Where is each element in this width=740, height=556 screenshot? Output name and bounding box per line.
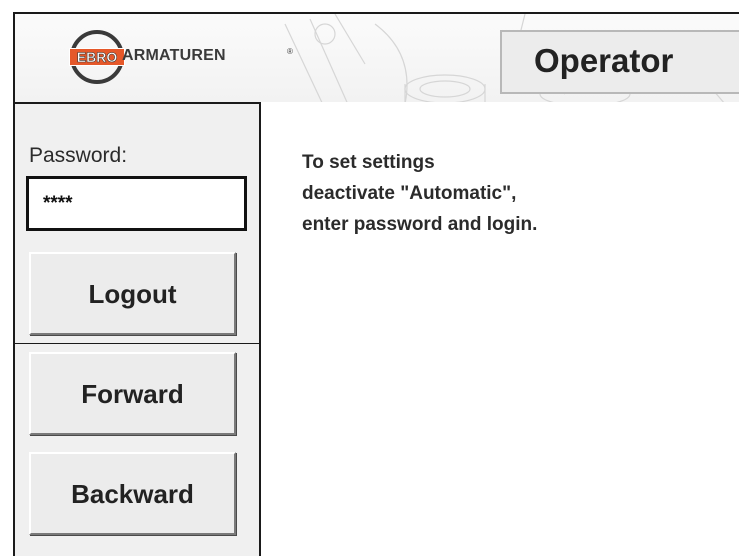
info-line: To set settings — [302, 152, 435, 173]
ebro-armaturen-logo: EBRO ARMATUREN ® — [67, 27, 297, 87]
role-label: Operator — [500, 30, 739, 94]
header-bar: EBRO ARMATUREN ® Operator — [15, 14, 739, 102]
registered-mark: ® — [287, 47, 293, 56]
operator-panel: EBRO ARMATUREN ® Operator Password: Logo… — [13, 12, 739, 556]
password-label: Password: — [29, 144, 128, 167]
password-input[interactable] — [26, 176, 247, 231]
backward-button[interactable]: Backward — [29, 452, 236, 535]
info-line: deactivate "Automatic", — [302, 183, 517, 204]
svg-text:EBRO: EBRO — [77, 49, 118, 65]
info-line: enter password and login. — [302, 214, 538, 235]
login-group: Password: Logout — [15, 102, 261, 345]
logo-ring-icon: EBRO — [69, 30, 125, 84]
sidebar: Password: Logout Forward Backward — [15, 102, 261, 556]
logout-button[interactable]: Logout — [29, 252, 236, 335]
info-message: To set settings deactivate "Automatic", … — [302, 147, 537, 240]
forward-button[interactable]: Forward — [29, 352, 236, 435]
brand-name: ARMATUREN — [122, 47, 226, 64]
navigation-group: Forward Backward — [15, 343, 261, 556]
